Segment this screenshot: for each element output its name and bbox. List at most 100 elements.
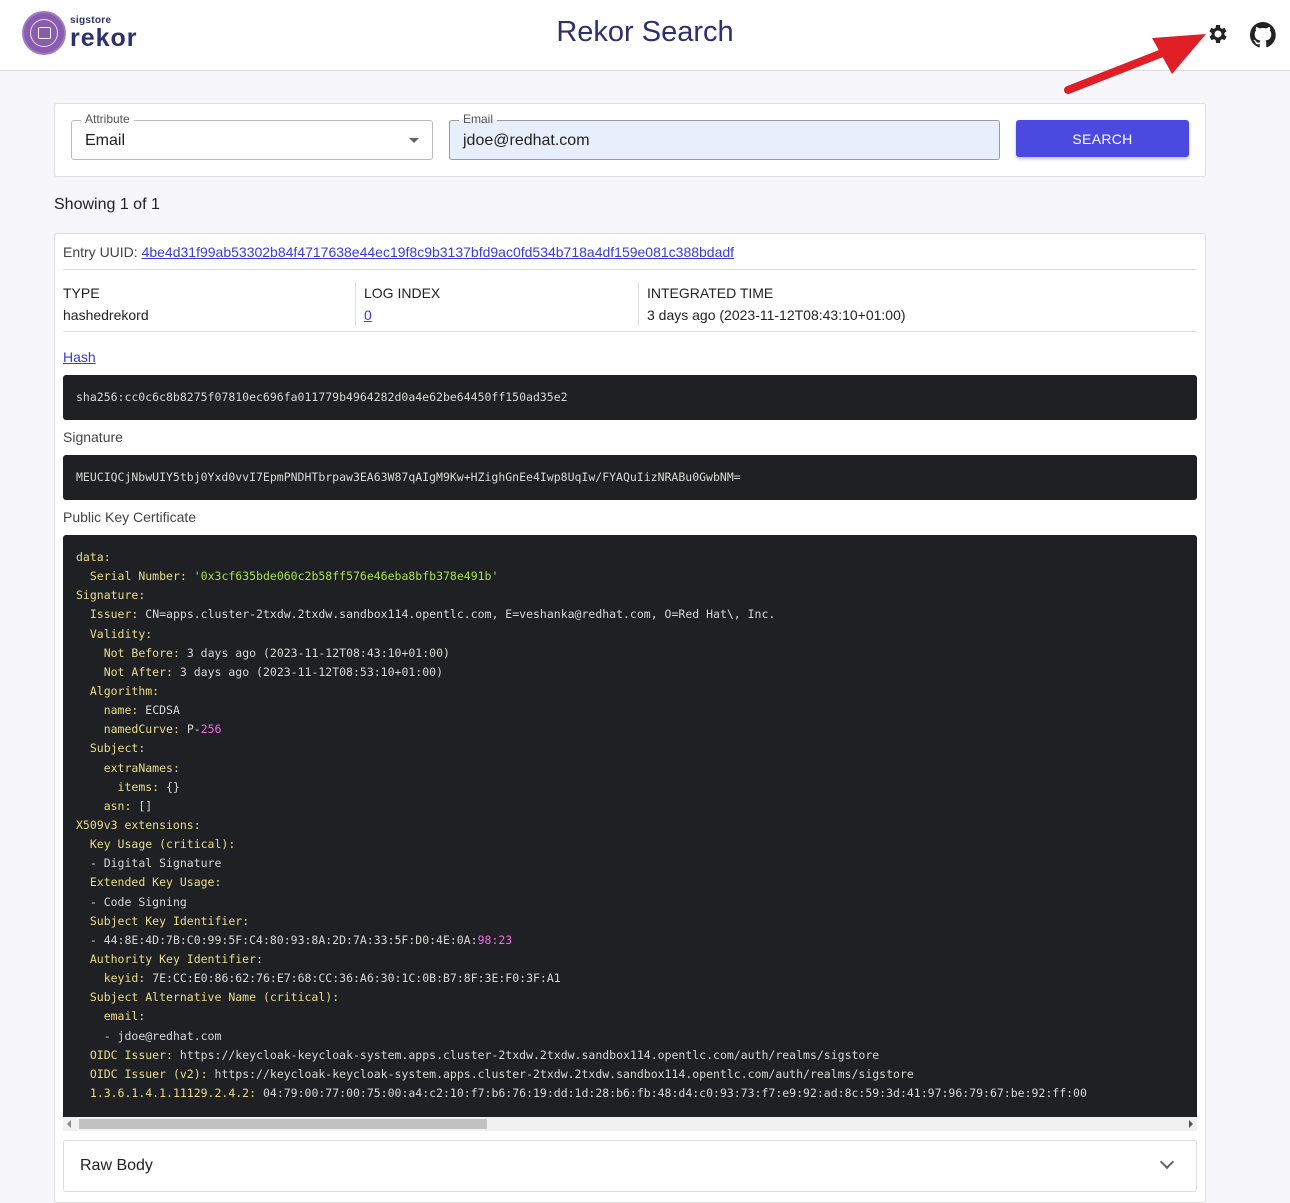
cert-value: [] (138, 798, 153, 813)
cert-key: OIDC Issuer (89, 1047, 167, 1062)
cert-key: Subject (89, 741, 139, 756)
cert-line: Algorithm: (89, 683, 160, 698)
cert-key: data (76, 550, 104, 564)
cert-line: X509v3 extensions: (76, 817, 201, 832)
entry-card: Entry UUID: 4be4d31f99ab53302b84f4717638… (54, 233, 1206, 1203)
cert-text: - Digital Signature (89, 856, 222, 871)
cert-line: Authority Key Identifier: (89, 951, 263, 966)
cert-key: Not After (103, 664, 167, 679)
cert-value: https://keycloak-keycloak-system.apps.cl… (214, 1066, 914, 1081)
cert-key: Validity (89, 626, 146, 641)
cert-key: Extended Key Usage (89, 875, 215, 890)
type-value: hashedrekord (63, 307, 149, 323)
cert-line: extraNames: (103, 760, 180, 775)
cert-key: keyid (103, 971, 139, 986)
attribute-label: Attribute (81, 112, 134, 126)
log-index-label: LOG INDEX (364, 285, 441, 301)
attribute-value: Email (85, 132, 126, 149)
cert-line: name: ECDSA (103, 703, 180, 718)
scroll-left-icon[interactable] (67, 1120, 71, 1128)
cert-line: - Code Signing (76, 893, 1197, 912)
hash-value: sha256:cc0c6c8b8275f07810ec696fa011779b4… (63, 375, 1197, 420)
integrated-time-label: INTEGRATED TIME (647, 285, 774, 301)
scrollbar-thumb[interactable] (79, 1119, 487, 1129)
cert-line: items: {} (117, 779, 180, 794)
cert-line: Not Before: 3 days ago (2023-11-12T08:43… (103, 645, 450, 660)
cert-value: 04:79:00:77:00:75:00:a4:c2:10:f7:b6:76:1… (262, 1085, 1087, 1100)
cert-key: OIDC Issuer (v2) (89, 1066, 201, 1081)
cert-key: namedCurve (103, 722, 173, 737)
cert-line: Extended Key Usage: (89, 875, 222, 890)
hash-link[interactable]: Hash (63, 349, 96, 365)
cert-value: ECDSA (145, 703, 180, 718)
cert-line: Serial Number: '0x3cf635bde060c2b58ff576… (89, 569, 499, 584)
certificate-code-block: data: Serial Number: '0x3cf635bde060c2b5… (63, 535, 1197, 1117)
attribute-select[interactable]: Attribute Email (71, 112, 433, 160)
type-label: TYPE (63, 285, 100, 301)
search-button[interactable]: SEARCH (1016, 120, 1189, 157)
cert-label: Public Key Certificate (63, 509, 197, 525)
uuid-link[interactable]: 4be4d31f99ab53302b84f4717638e44ec19f8c9b… (142, 244, 734, 260)
cert-key: asn (103, 798, 125, 813)
cert-key: Key Usage (critical) (89, 837, 229, 852)
email-label: Email (459, 112, 498, 126)
cert-line: asn: [] (103, 798, 153, 813)
horizontal-scrollbar[interactable] (63, 1117, 1197, 1131)
cert-line: Subject Key Identifier: (89, 913, 250, 928)
cert-value: '0x3cf635bde060c2b58ff576e46eba8bfb378e4… (193, 569, 499, 584)
cert-key: Algorithm (89, 683, 153, 698)
integrated-time-value: 3 days ago (2023-11-12T08:43:10+01:00) (647, 307, 906, 323)
scroll-right-icon[interactable] (1189, 1120, 1193, 1128)
cert-text: - 44:8E:4D:7B:C0:99:5F:C4:80:93:8A:2D:7A… (89, 932, 478, 947)
cert-line: OIDC Issuer: https://keycloak-keycloak-s… (89, 1047, 880, 1062)
cert-key: Issuer (89, 607, 132, 622)
cert-line: Issuer: CN=apps.cluster-2txdw.2txdw.sand… (89, 607, 776, 622)
annotation-arrow-icon (1064, 34, 1206, 94)
cert-value: 7E:CC:E0:86:62:76:E7:68:CC:36:A6:30:1C:0… (152, 971, 561, 986)
cert-number: 256 (200, 722, 222, 737)
cert-line: Signature: (76, 588, 146, 603)
cert-key: Serial Number (89, 569, 180, 584)
cert-key: Authority Key Identifier (89, 951, 257, 966)
cert-line: Not After: 3 days ago (2023-11-12T08:53:… (103, 664, 443, 679)
chevron-down-icon (1159, 1154, 1175, 1170)
cert-key: Subject Alternative Name (critical) (89, 990, 333, 1005)
cert-key: items (117, 779, 153, 794)
cert-line: Subject: (89, 741, 146, 756)
cert-value: {} (166, 779, 180, 794)
cert-line: - Digital Signature (76, 854, 1197, 873)
log-index-link[interactable]: 0 (364, 307, 372, 323)
cert-key: Not Before (103, 645, 173, 660)
email-input[interactable]: Email jdoe@redhat.com (449, 112, 1000, 160)
search-form: Attribute Email Email jdoe@redhat.com SE… (54, 103, 1206, 177)
email-value: jdoe@redhat.com (463, 132, 590, 149)
cert-key: extraNames (103, 760, 173, 775)
cert-line: OIDC Issuer (v2): https://keycloak-keycl… (89, 1066, 914, 1081)
cert-number: 98:23 (477, 932, 513, 947)
cert-value: 3 days ago (2023-11-12T08:43:10+01:00) (186, 645, 450, 660)
cert-value: https://keycloak-keycloak-system.apps.cl… (179, 1047, 880, 1062)
signature-value: MEUCIQCjNbwUIY5tbj0Yxd0vvI7EpmPNDHTbrpaw… (63, 455, 1197, 500)
cert-line: - jdoe@redhat.com (76, 1027, 1197, 1046)
raw-body-accordion[interactable]: Raw Body (63, 1140, 1197, 1192)
cert-line: data: (76, 550, 111, 564)
cert-key: 1.3.6.1.4.1.11129.2.4.2 (89, 1085, 250, 1100)
settings-gear-icon[interactable] (1206, 22, 1230, 46)
cert-line: Key Usage (critical): (89, 837, 236, 852)
cert-line: namedCurve: P-256 (103, 722, 222, 737)
cert-key: Signature (76, 588, 139, 603)
dropdown-caret-icon (409, 138, 419, 143)
cert-key: email (103, 1009, 139, 1024)
cert-value: CN=apps.cluster-2txdw.2txdw.sandbox114.o… (145, 607, 776, 622)
cert-line: Validity: (89, 626, 153, 641)
uuid-label: Entry UUID: (63, 244, 138, 260)
signature-label: Signature (63, 429, 123, 445)
cert-key: name (103, 703, 132, 718)
app-header: sigstore rekor Rekor Search (0, 0, 1290, 94)
cert-line: 1.3.6.1.4.1.11129.2.4.2: 04:79:00:77:00:… (89, 1085, 1087, 1100)
cert-key: Subject Key Identifier (89, 913, 243, 928)
cert-value: P- (186, 722, 201, 737)
cert-line: - 44:8E:4D:7B:C0:99:5F:C4:80:93:8A:2D:7A… (76, 931, 1197, 950)
cert-line: Subject Alternative Name (critical): (89, 990, 340, 1005)
github-icon[interactable] (1250, 22, 1276, 48)
